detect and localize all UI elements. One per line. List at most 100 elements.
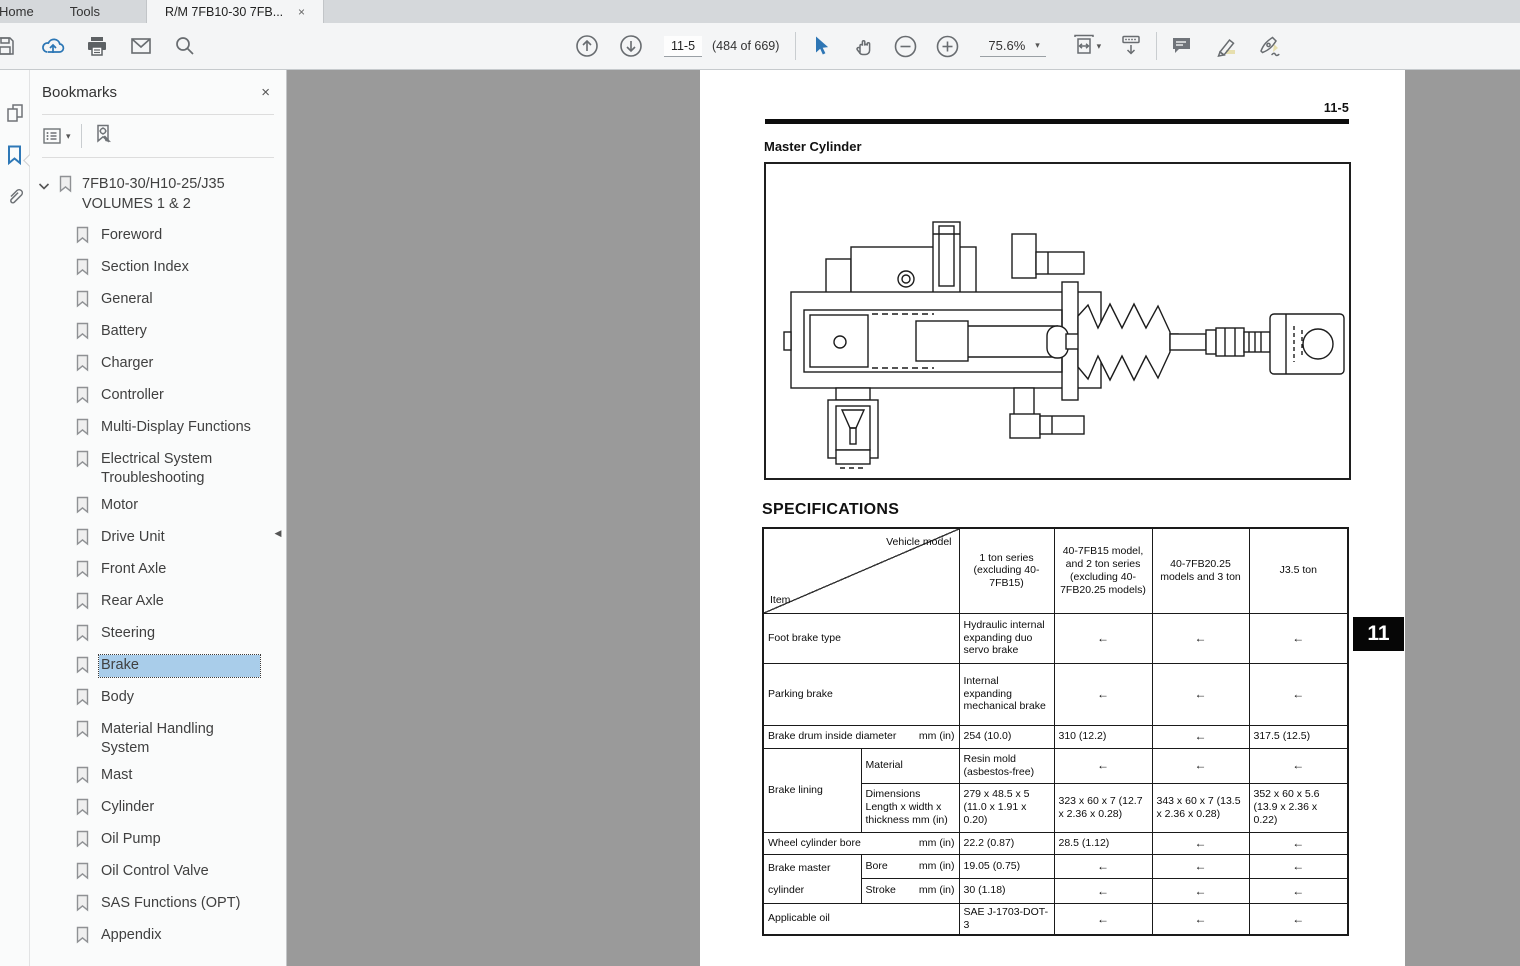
bookmark-options-button[interactable]: ▾ xyxy=(42,127,71,145)
bookmark-root-label-line2: VOLUMES 1 & 2 xyxy=(82,196,191,212)
go-to-bookmark-button[interactable] xyxy=(92,123,114,150)
ditto-arrow: ← xyxy=(1248,747,1349,784)
next-page-button[interactable] xyxy=(614,29,648,63)
zoom-out-button[interactable] xyxy=(888,29,922,63)
bookmark-item-label: Section Index xyxy=(101,259,189,275)
pdf-page: 11-5 Master Cylinder SPECIFICATIONS Vehi… xyxy=(700,70,1405,966)
page-thumbnails-button[interactable] xyxy=(0,92,30,134)
save-button[interactable] xyxy=(0,29,22,63)
bookmarks-panel-button[interactable] xyxy=(0,134,30,176)
cell-value: 352 x 60 x 5.6 (13.9 x 2.36 x 0.22) xyxy=(1248,782,1349,833)
tab-document[interactable]: R/M 7FB10-30 7FB... × xyxy=(146,0,325,23)
bookmark-root[interactable]: 7FB10-30/H10-25/J35 VOLUMES 1 & 2 xyxy=(30,172,286,220)
zoom-level-value: 75.6% xyxy=(988,37,1026,53)
bookmark-item-oil-control-valve[interactable]: Oil Control Valve xyxy=(30,856,286,888)
bookmark-item-electrical-system-troubleshooting[interactable]: Electrical System Troubleshooting xyxy=(30,444,286,490)
bookmark-item-general[interactable]: General xyxy=(30,284,286,316)
bookmark-glyph-icon xyxy=(75,797,90,821)
select-arrow-icon xyxy=(816,36,829,55)
bookmark-item-mast[interactable]: Mast xyxy=(30,760,286,792)
fit-width-icon xyxy=(1073,34,1094,54)
table-row: Parking brake Internal expanding mechani… xyxy=(762,662,1349,726)
search-icon xyxy=(176,37,194,55)
attachments-panel-button[interactable] xyxy=(0,176,30,218)
close-tab-icon[interactable]: × xyxy=(298,5,305,19)
bookmark-glyph-icon xyxy=(75,257,90,281)
bookmark-item-charger[interactable]: Charger xyxy=(30,348,286,380)
bookmark-item-label: Brake xyxy=(98,654,261,678)
scrolling-mode-button[interactable] xyxy=(1114,29,1148,63)
bookmark-item-label: General xyxy=(101,291,153,307)
continuous-scroll-icon xyxy=(1122,35,1140,55)
column-header: 1 ton series (excluding 40-7FB15) xyxy=(958,527,1055,614)
bookmark-item-label: Body xyxy=(101,689,135,705)
ditto-arrow: ← xyxy=(1248,662,1349,726)
toolbar-separator xyxy=(795,32,797,60)
document-pane[interactable]: 11-5 Master Cylinder SPECIFICATIONS Vehi… xyxy=(287,70,1520,966)
column-header: 40-7FB15 model, and 2 ton series (exclud… xyxy=(1053,527,1153,614)
previous-page-button[interactable] xyxy=(570,29,604,63)
bookmark-item-oil-pump[interactable]: Oil Pump xyxy=(30,824,286,856)
bookmark-glyph-icon xyxy=(75,353,90,377)
hand-tool-button[interactable] xyxy=(846,29,880,63)
zoom-in-button[interactable] xyxy=(930,29,964,63)
highlight-button[interactable] xyxy=(1209,29,1243,63)
tab-home[interactable]: Home xyxy=(0,0,52,23)
row-label-text: Wheel cylinder bore xyxy=(768,836,861,849)
search-button[interactable] xyxy=(168,29,202,63)
chevron-down-icon: ▾ xyxy=(66,130,71,141)
chevron-down-icon[interactable] xyxy=(38,174,58,214)
row-unit: mm (in) xyxy=(918,884,955,897)
bookmark-item-sas-functions[interactable]: SAS Functions (OPT) xyxy=(30,888,286,920)
email-icon xyxy=(131,38,151,54)
page-number-input[interactable] xyxy=(664,35,702,57)
options-list-icon xyxy=(43,128,61,144)
bookmark-item-brake[interactable]: Brake xyxy=(30,650,286,682)
table-row: Brake master cylinder Bore mm (in) 19.05 … xyxy=(762,853,1349,904)
bookmark-item-foreword[interactable]: Foreword xyxy=(30,220,286,252)
bookmark-glyph-icon xyxy=(75,495,90,519)
bookmark-item-rear-axle[interactable]: Rear Axle xyxy=(30,586,286,618)
bookmarks-panel: Bookmarks × ▾ 7FB10-30/H10-25/J35 VOLUME… xyxy=(30,70,287,966)
collapse-panel-handle[interactable]: ◀ xyxy=(270,516,286,550)
tab-document-label: R/M 7FB10-30 7FB... xyxy=(165,4,284,19)
bookmark-item-multi-display-functions[interactable]: Multi-Display Functions xyxy=(30,412,286,444)
bookmark-item-label: Rear Axle xyxy=(101,593,164,609)
comment-button[interactable] xyxy=(1165,29,1199,63)
hand-icon xyxy=(856,40,871,56)
bookmark-item-label: Oil Control Valve xyxy=(101,863,209,879)
fill-sign-button[interactable] xyxy=(1253,29,1287,63)
bookmark-item-material-handling-system[interactable]: Material Handling System xyxy=(30,714,286,760)
select-tool-button[interactable] xyxy=(804,29,838,63)
bookmark-item-body[interactable]: Body xyxy=(30,682,286,714)
bookmark-glyph-icon xyxy=(75,687,90,711)
cell-value: SAE J-1703-DOT-3 xyxy=(958,902,1055,936)
bookmark-item-section-index[interactable]: Section Index xyxy=(30,252,286,284)
paperclip-icon xyxy=(9,188,23,204)
print-button[interactable] xyxy=(80,29,114,63)
cell-value: 30 (1.18) xyxy=(958,878,1055,904)
bookmark-item-steering[interactable]: Steering xyxy=(30,618,286,650)
bookmark-item-appendix[interactable]: Appendix xyxy=(30,920,286,952)
bookmark-glyph-icon xyxy=(75,623,90,647)
close-panel-icon[interactable]: × xyxy=(261,84,270,101)
bookmark-item-cylinder[interactable]: Cylinder xyxy=(30,792,286,824)
bookmark-item-drive-unit[interactable]: Drive Unit xyxy=(30,522,286,554)
save-to-cloud-button[interactable] xyxy=(36,29,70,63)
bookmark-glyph-icon xyxy=(75,527,90,551)
zoom-level-select[interactable]: 75.6% ▾ xyxy=(980,36,1046,57)
email-button[interactable] xyxy=(124,29,158,63)
page-fit-button[interactable]: ▾ xyxy=(1064,29,1108,63)
divider xyxy=(80,124,82,148)
bookmark-item-motor[interactable]: Motor xyxy=(30,490,286,522)
cell-value: 343 x 60 x 7 (13.5 x 2.36 x 0.28) xyxy=(1151,782,1250,833)
signature-pen-icon xyxy=(1259,36,1280,57)
ditto-arrow: ← xyxy=(1151,724,1250,749)
bookmark-item-battery[interactable]: Battery xyxy=(30,316,286,348)
table-header-row: Vehicle model Item 1 ton series (excludi… xyxy=(762,527,1349,614)
bookmark-item-front-axle[interactable]: Front Axle xyxy=(30,554,286,586)
row-unit: mm (in) xyxy=(918,859,955,872)
bookmark-item-controller[interactable]: Controller xyxy=(30,380,286,412)
tab-tools[interactable]: Tools xyxy=(52,0,118,23)
table-row: Applicable oil SAE J-1703-DOT-3 ← ← ← xyxy=(762,902,1349,936)
